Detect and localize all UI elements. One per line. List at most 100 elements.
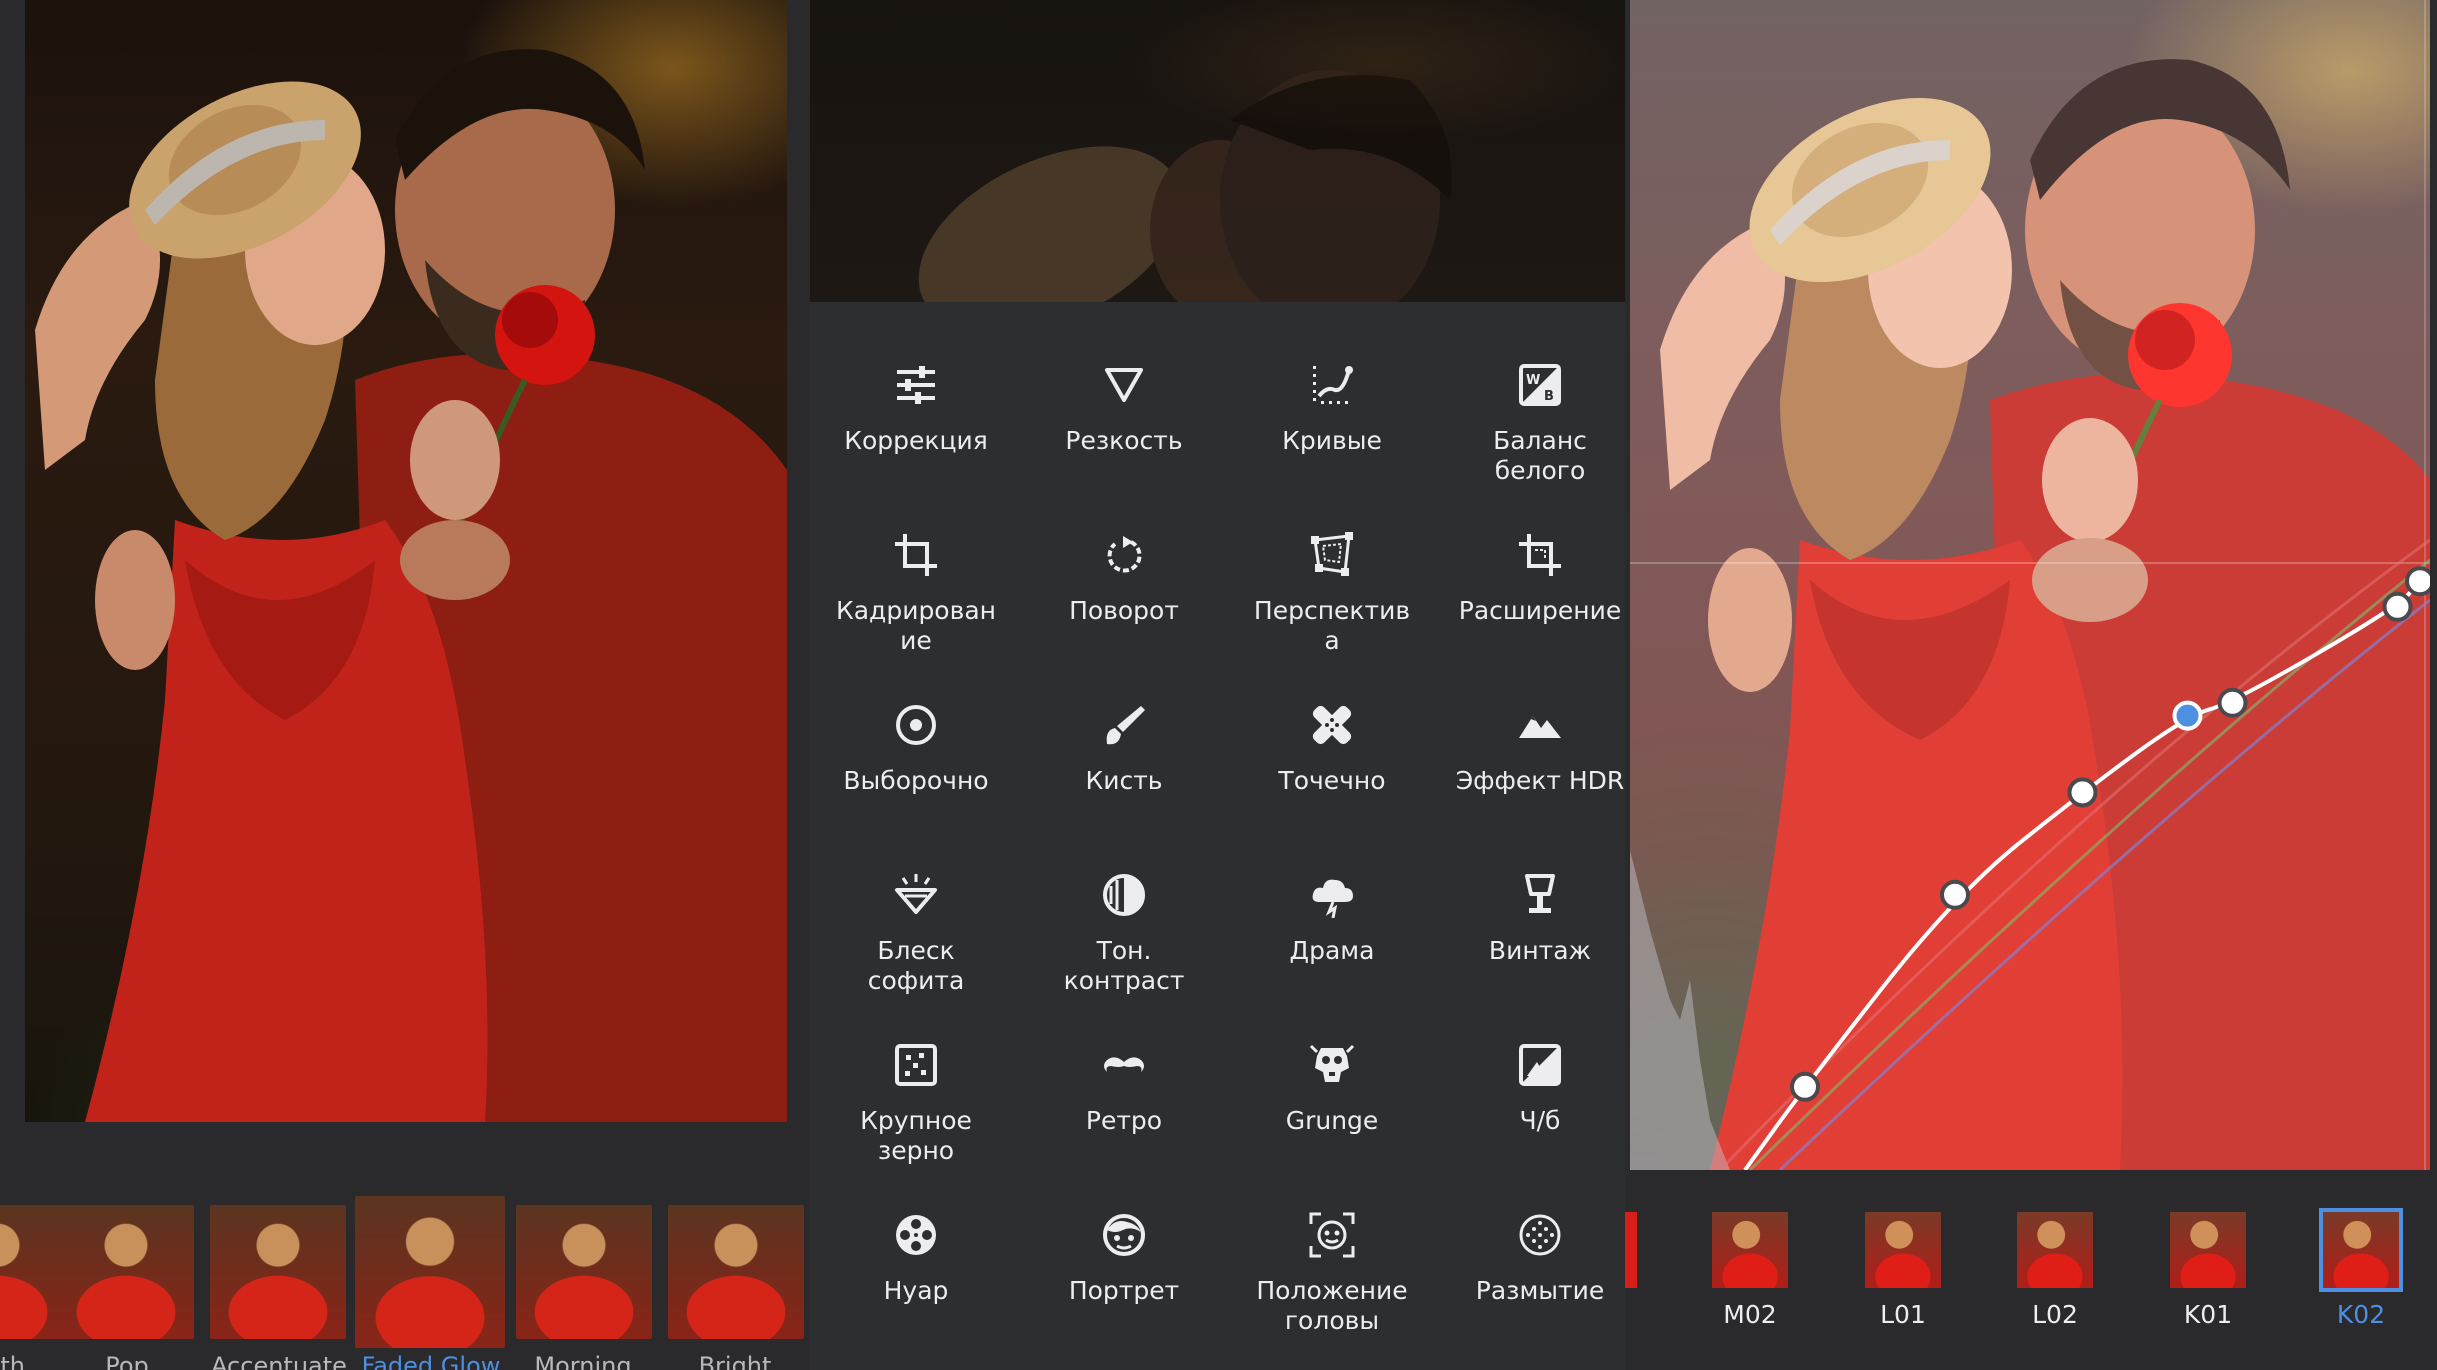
curves-panel: M02 L01 L02 K01 K02 (1625, 0, 2437, 1370)
tool-label: Поворот (1069, 596, 1179, 625)
tool-label: Кривые (1282, 426, 1382, 455)
tool-label: Положение головы (1256, 1276, 1408, 1335)
tool-perspective[interactable]: Перспектив а (1228, 472, 1436, 655)
filters-panel: th Pop Accentuate Faded Glow Morning Bri… (0, 0, 810, 1370)
noir-reel-icon (893, 1212, 939, 1258)
tool-healing[interactable]: Точечно (1228, 642, 1436, 812)
filter-thumb[interactable] (516, 1205, 652, 1339)
filter-label[interactable]: Bright (660, 1352, 810, 1370)
curve-point[interactable] (1940, 879, 1970, 910)
tool-label: Эффект HDR (1455, 766, 1625, 795)
portrait-face-icon (1101, 1212, 1147, 1258)
couple-photo (35, 49, 787, 1122)
tool-label: Grunge (1285, 1106, 1379, 1135)
filter-label[interactable]: Morning (508, 1352, 658, 1370)
preset-thumb[interactable] (1865, 1212, 1941, 1288)
brush-icon (1101, 702, 1147, 748)
tool-label: Винтаж (1488, 936, 1592, 965)
glamour-glow-icon (893, 872, 939, 918)
tool-tonal-contrast[interactable]: Тон. контраст (1020, 812, 1228, 995)
head-pose-icon (1309, 1212, 1355, 1258)
filter-label-selected[interactable]: Faded Glow (356, 1352, 506, 1370)
curve-point[interactable] (1790, 1071, 1820, 1102)
preset-thumb[interactable] (2017, 1212, 2093, 1288)
white-balance-icon: WB (1517, 362, 1563, 408)
selective-icon (893, 702, 939, 748)
tool-head-pose[interactable]: Положение головы (1228, 1152, 1436, 1335)
tool-grunge[interactable]: Grunge (1228, 982, 1436, 1152)
grainy-film-icon (893, 1042, 939, 1088)
rotate-icon (1101, 532, 1147, 578)
tool-glamour-glow[interactable]: Блеск софита (812, 812, 1020, 995)
tool-curves[interactable]: Кривые (1228, 302, 1436, 472)
tool-label: Выборочно (843, 766, 989, 795)
preset-thumb-partial[interactable] (1625, 1212, 1637, 1288)
tool-retrolux[interactable]: Ретро (1020, 982, 1228, 1152)
preset-label[interactable]: L01 (1853, 1300, 1953, 1329)
tools-panel: Коррекция Резкость Кривые WB Баланс бело… (810, 0, 1625, 1370)
tonal-contrast-icon (1101, 872, 1147, 918)
tool-label: Размытие (1475, 1276, 1605, 1305)
preset-label[interactable]: M02 (1700, 1300, 1800, 1329)
tool-rotate[interactable]: Поворот (1020, 472, 1228, 642)
tool-vintage[interactable]: Винтаж (1436, 812, 1625, 982)
tool-label: Точечно (1278, 766, 1386, 795)
tool-brush[interactable]: Кисть (1020, 642, 1228, 812)
tools-grid: Коррекция Резкость Кривые WB Баланс бело… (810, 302, 1625, 1370)
tool-lens-blur[interactable]: Размытие (1436, 1152, 1625, 1322)
preset-label[interactable]: L02 (2005, 1300, 2105, 1329)
curve-point[interactable] (2382, 591, 2413, 622)
filter-label[interactable]: th (0, 1352, 25, 1370)
tool-label: Драма (1289, 936, 1375, 965)
hdr-mountain-icon (1517, 702, 1563, 748)
preset-thumb[interactable] (2170, 1212, 2246, 1288)
tool-label: Ретро (1085, 1106, 1163, 1135)
filter-thumb[interactable] (210, 1205, 346, 1339)
tool-crop[interactable]: Кадрирован ие (812, 472, 1020, 655)
tool-label: Нуар (883, 1276, 949, 1305)
tool-white-balance[interactable]: WB Баланс белого (1436, 302, 1625, 485)
tool-noir[interactable]: Нуар (812, 1152, 1020, 1322)
vintage-lamp-icon (1517, 872, 1563, 918)
curve-point-selected[interactable] (2172, 700, 2203, 731)
curve-point[interactable] (2067, 777, 2098, 808)
tool-label: Расширение (1458, 596, 1622, 625)
preset-thumb-selected[interactable] (2319, 1208, 2403, 1292)
filter-thumb[interactable] (58, 1205, 194, 1339)
filter-label[interactable]: Pop (52, 1352, 202, 1370)
triangle-down-icon (1101, 362, 1147, 408)
lens-blur-icon (1517, 1212, 1563, 1258)
drama-cloud-icon (1309, 872, 1355, 919)
curve-point[interactable] (2405, 566, 2430, 597)
preset-label[interactable]: K01 (2158, 1300, 2258, 1329)
svg-text:B: B (1544, 389, 1554, 404)
filter-thumb[interactable] (668, 1205, 804, 1339)
tune-sliders-icon (893, 362, 939, 408)
crop-icon (893, 532, 939, 578)
tool-black-white[interactable]: Ч/б (1436, 982, 1625, 1152)
filter-label[interactable]: Accentuate (204, 1352, 354, 1370)
perspective-icon (1309, 532, 1355, 578)
tool-hdr-scape[interactable]: Эффект HDR (1436, 642, 1625, 812)
filter-thumb[interactable] (0, 1205, 66, 1339)
tool-expand[interactable]: Расширение (1436, 472, 1625, 642)
tool-label: Коррекция (844, 426, 988, 455)
tool-label: Портрет (1068, 1276, 1180, 1305)
tool-grainy-film[interactable]: Крупное зерно (812, 982, 1020, 1165)
tool-portrait[interactable]: Портрет (1020, 1152, 1228, 1322)
tool-drama[interactable]: Драма (1228, 812, 1436, 982)
filter-thumb-selected[interactable] (355, 1196, 505, 1348)
preset-thumb[interactable] (1712, 1212, 1788, 1288)
tool-details[interactable]: Резкость (1020, 302, 1228, 472)
retro-mustache-icon (1101, 1042, 1147, 1088)
tool-tune-image[interactable]: Коррекция (812, 302, 1020, 472)
curve-editor[interactable] (1630, 0, 2430, 1170)
svg-text:W: W (1526, 373, 1540, 388)
tool-selective[interactable]: Выборочно (812, 642, 1020, 812)
tool-label: Ч/б (1519, 1106, 1561, 1135)
curve-point[interactable] (2217, 687, 2248, 718)
photo-preview (25, 0, 787, 1122)
photo-preview-dimmed (810, 0, 1625, 302)
preset-label-selected[interactable]: K02 (2311, 1300, 2411, 1329)
grunge-icon (1309, 1042, 1355, 1088)
